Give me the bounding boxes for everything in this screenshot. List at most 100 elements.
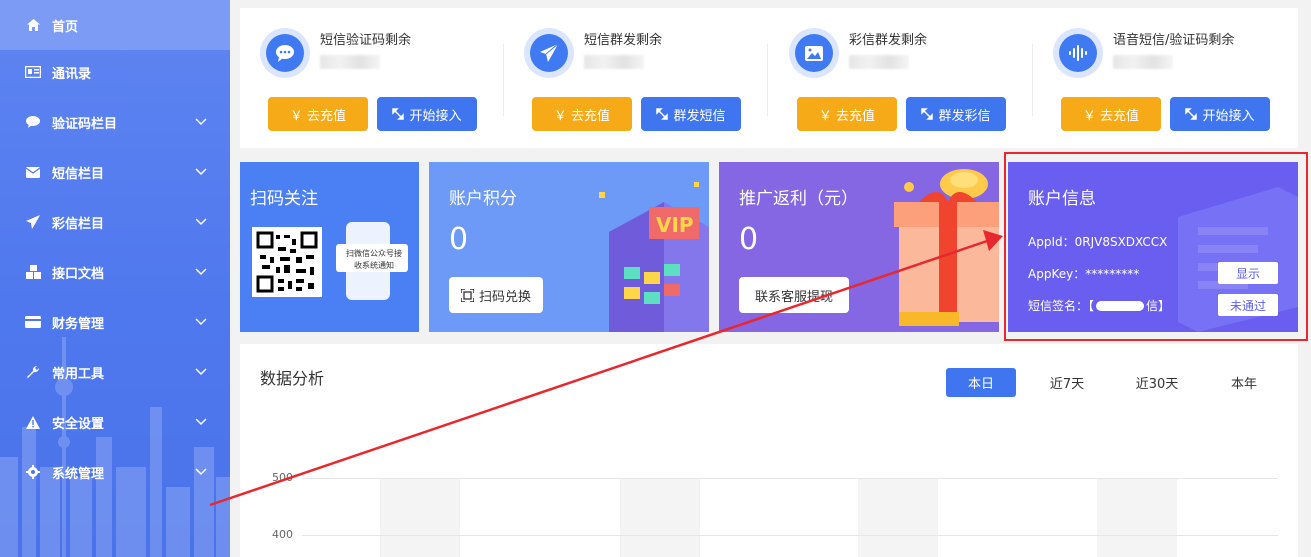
vip-building-illustration: VIP <box>599 182 709 332</box>
sidebar-item-label: 接口文档 <box>52 266 105 282</box>
card-title: 账户积分 <box>449 189 517 209</box>
stat-icon-circle <box>789 28 839 78</box>
button-label: 开始接入 <box>1202 108 1255 124</box>
qr-caption: 扫微信公众号接收系统通知 <box>346 249 402 270</box>
bulk-sms-button[interactable]: 群发短信 <box>641 97 741 131</box>
expand-arrows-icon <box>921 108 934 120</box>
expand-arrows-icon <box>1185 108 1198 120</box>
tab-30-days[interactable]: 近30天 <box>1122 368 1192 397</box>
envelope-icon <box>25 164 41 180</box>
scan-redeem-button[interactable]: 扫码兑换 <box>449 277 544 313</box>
button-label: 开始接入 <box>409 108 462 124</box>
stat-icon-circle <box>1053 28 1103 78</box>
section-title: 数据分析 <box>260 369 325 388</box>
chevron-down-icon <box>195 318 207 326</box>
chevron-down-icon <box>195 218 207 226</box>
button-label: 群发短信 <box>673 108 726 124</box>
sidebar-item-label: 财务管理 <box>52 316 105 332</box>
tab-this-year[interactable]: 本年 <box>1209 368 1279 397</box>
sidebar-item-label: 常用工具 <box>52 366 105 382</box>
sidebar-item-label: 系统管理 <box>52 466 105 482</box>
y-tick-label: 400 <box>272 528 293 541</box>
sidebar-item-system[interactable]: 系统管理 <box>0 447 230 497</box>
tab-7-days[interactable]: 近7天 <box>1032 368 1102 397</box>
chevron-down-icon <box>195 368 207 376</box>
sidebar-item-label: 首页 <box>52 19 79 35</box>
rebate-value: 0 <box>739 222 759 257</box>
stat-sms-bulk: 短信群发剩余 ￥ 去充值 群发短信 <box>504 8 768 148</box>
recharge-button[interactable]: ￥ 去充值 <box>1061 97 1161 131</box>
stat-icon-circle <box>260 28 310 78</box>
stat-icon-circle <box>524 28 574 78</box>
bulk-mms-button[interactable]: 群发彩信 <box>906 97 1006 131</box>
sidebar-item-label: 彩信栏目 <box>52 216 105 232</box>
chat-bubble-icon <box>25 114 41 130</box>
image-icon <box>805 45 823 61</box>
vip-badge: VIP <box>656 213 694 237</box>
chart-band <box>380 478 460 557</box>
card-title: 推广返利（元） <box>739 189 858 209</box>
start-integration-button[interactable]: 开始接入 <box>1170 97 1270 131</box>
paper-plane-icon <box>25 214 41 230</box>
chart-band <box>620 478 700 557</box>
stat-mms-bulk: 彩信群发剩余 ￥ 去充值 群发彩信 <box>769 8 1033 148</box>
sidebar-item-home[interactable]: 首页 <box>0 0 230 50</box>
home-icon <box>25 17 41 33</box>
stat-sms-verification: 短信验证码剩余 ￥ 去充值 开始接入 <box>240 8 504 148</box>
sidebar-item-security[interactable]: 安全设置 <box>0 397 230 447</box>
sidebar-item-label: 安全设置 <box>52 416 105 432</box>
sidebar-item-finance[interactable]: 财务管理 <box>0 297 230 347</box>
qr-code-image <box>252 227 322 297</box>
credit-card-icon <box>25 314 41 330</box>
divider <box>767 44 768 116</box>
chevron-down-icon <box>195 268 207 276</box>
button-label: 群发彩信 <box>938 108 991 124</box>
button-label: 扫码兑换 <box>479 289 532 305</box>
card-title: 扫码关注 <box>250 189 318 209</box>
points-card: 账户积分 0 扫码兑换 VIP <box>429 162 709 332</box>
grid-line <box>302 535 1278 536</box>
paper-plane-icon <box>540 44 558 62</box>
start-integration-button[interactable]: 开始接入 <box>377 97 477 131</box>
chart-band <box>858 478 938 557</box>
chevron-down-icon <box>195 468 207 476</box>
sidebar-item-label: 通讯录 <box>52 66 92 82</box>
scan-follow-card: 扫码关注 扫微信公众号接收系统通知 <box>240 162 419 332</box>
sidebar-item-api-docs[interactable]: 接口文档 <box>0 247 230 297</box>
sidebar-item-contacts[interactable]: 通讯录 <box>0 47 230 97</box>
expand-arrows-icon <box>656 108 669 120</box>
contact-service-withdraw-button[interactable]: 联系客服提现 <box>739 277 849 313</box>
sidebar-item-mms[interactable]: 彩信栏目 <box>0 197 230 247</box>
redacted-balance <box>584 55 644 69</box>
stat-title: 短信验证码剩余 <box>320 33 412 48</box>
sidebar-item-sms[interactable]: 短信栏目 <box>0 147 230 197</box>
address-book-icon <box>25 64 41 80</box>
stat-title: 语音短信/验证码剩余 <box>1113 33 1235 48</box>
chat-dots-icon <box>276 45 294 62</box>
sidebar-item-verification[interactable]: 验证码栏目 <box>0 97 230 147</box>
chevron-down-icon <box>195 168 207 176</box>
recharge-button[interactable]: ￥ 去充值 <box>797 97 897 131</box>
chevron-down-icon <box>195 118 207 126</box>
recharge-button[interactable]: ￥ 去充值 <box>268 97 368 131</box>
chevron-down-icon <box>195 418 207 426</box>
cubes-icon <box>25 264 41 280</box>
scan-icon <box>461 288 474 302</box>
gear-icon <box>25 464 41 480</box>
redacted-balance <box>1113 55 1173 69</box>
chart-band <box>1097 478 1177 557</box>
stat-title: 彩信群发剩余 <box>849 33 928 48</box>
stat-voice: 语音短信/验证码剩余 ￥ 去充值 开始接入 <box>1033 8 1297 148</box>
recharge-button[interactable]: ￥ 去充值 <box>532 97 632 131</box>
wrench-icon <box>25 364 41 380</box>
warning-icon <box>25 414 41 430</box>
sidebar-item-tools[interactable]: 常用工具 <box>0 347 230 397</box>
y-tick-label: 500 <box>272 471 293 484</box>
redacted-balance <box>849 55 909 69</box>
promotion-rebate-card: 推广返利（元） 0 联系客服提现 <box>719 162 999 332</box>
points-value: 0 <box>449 222 469 257</box>
sidebar-item-label: 验证码栏目 <box>52 116 118 132</box>
balance-stats-panel: 短信验证码剩余 ￥ 去充值 开始接入 短信群发剩余 ￥ 去充值 群发短信 彩信群… <box>240 8 1298 148</box>
stat-title: 短信群发剩余 <box>584 33 663 48</box>
tab-today[interactable]: 本日 <box>946 368 1016 397</box>
